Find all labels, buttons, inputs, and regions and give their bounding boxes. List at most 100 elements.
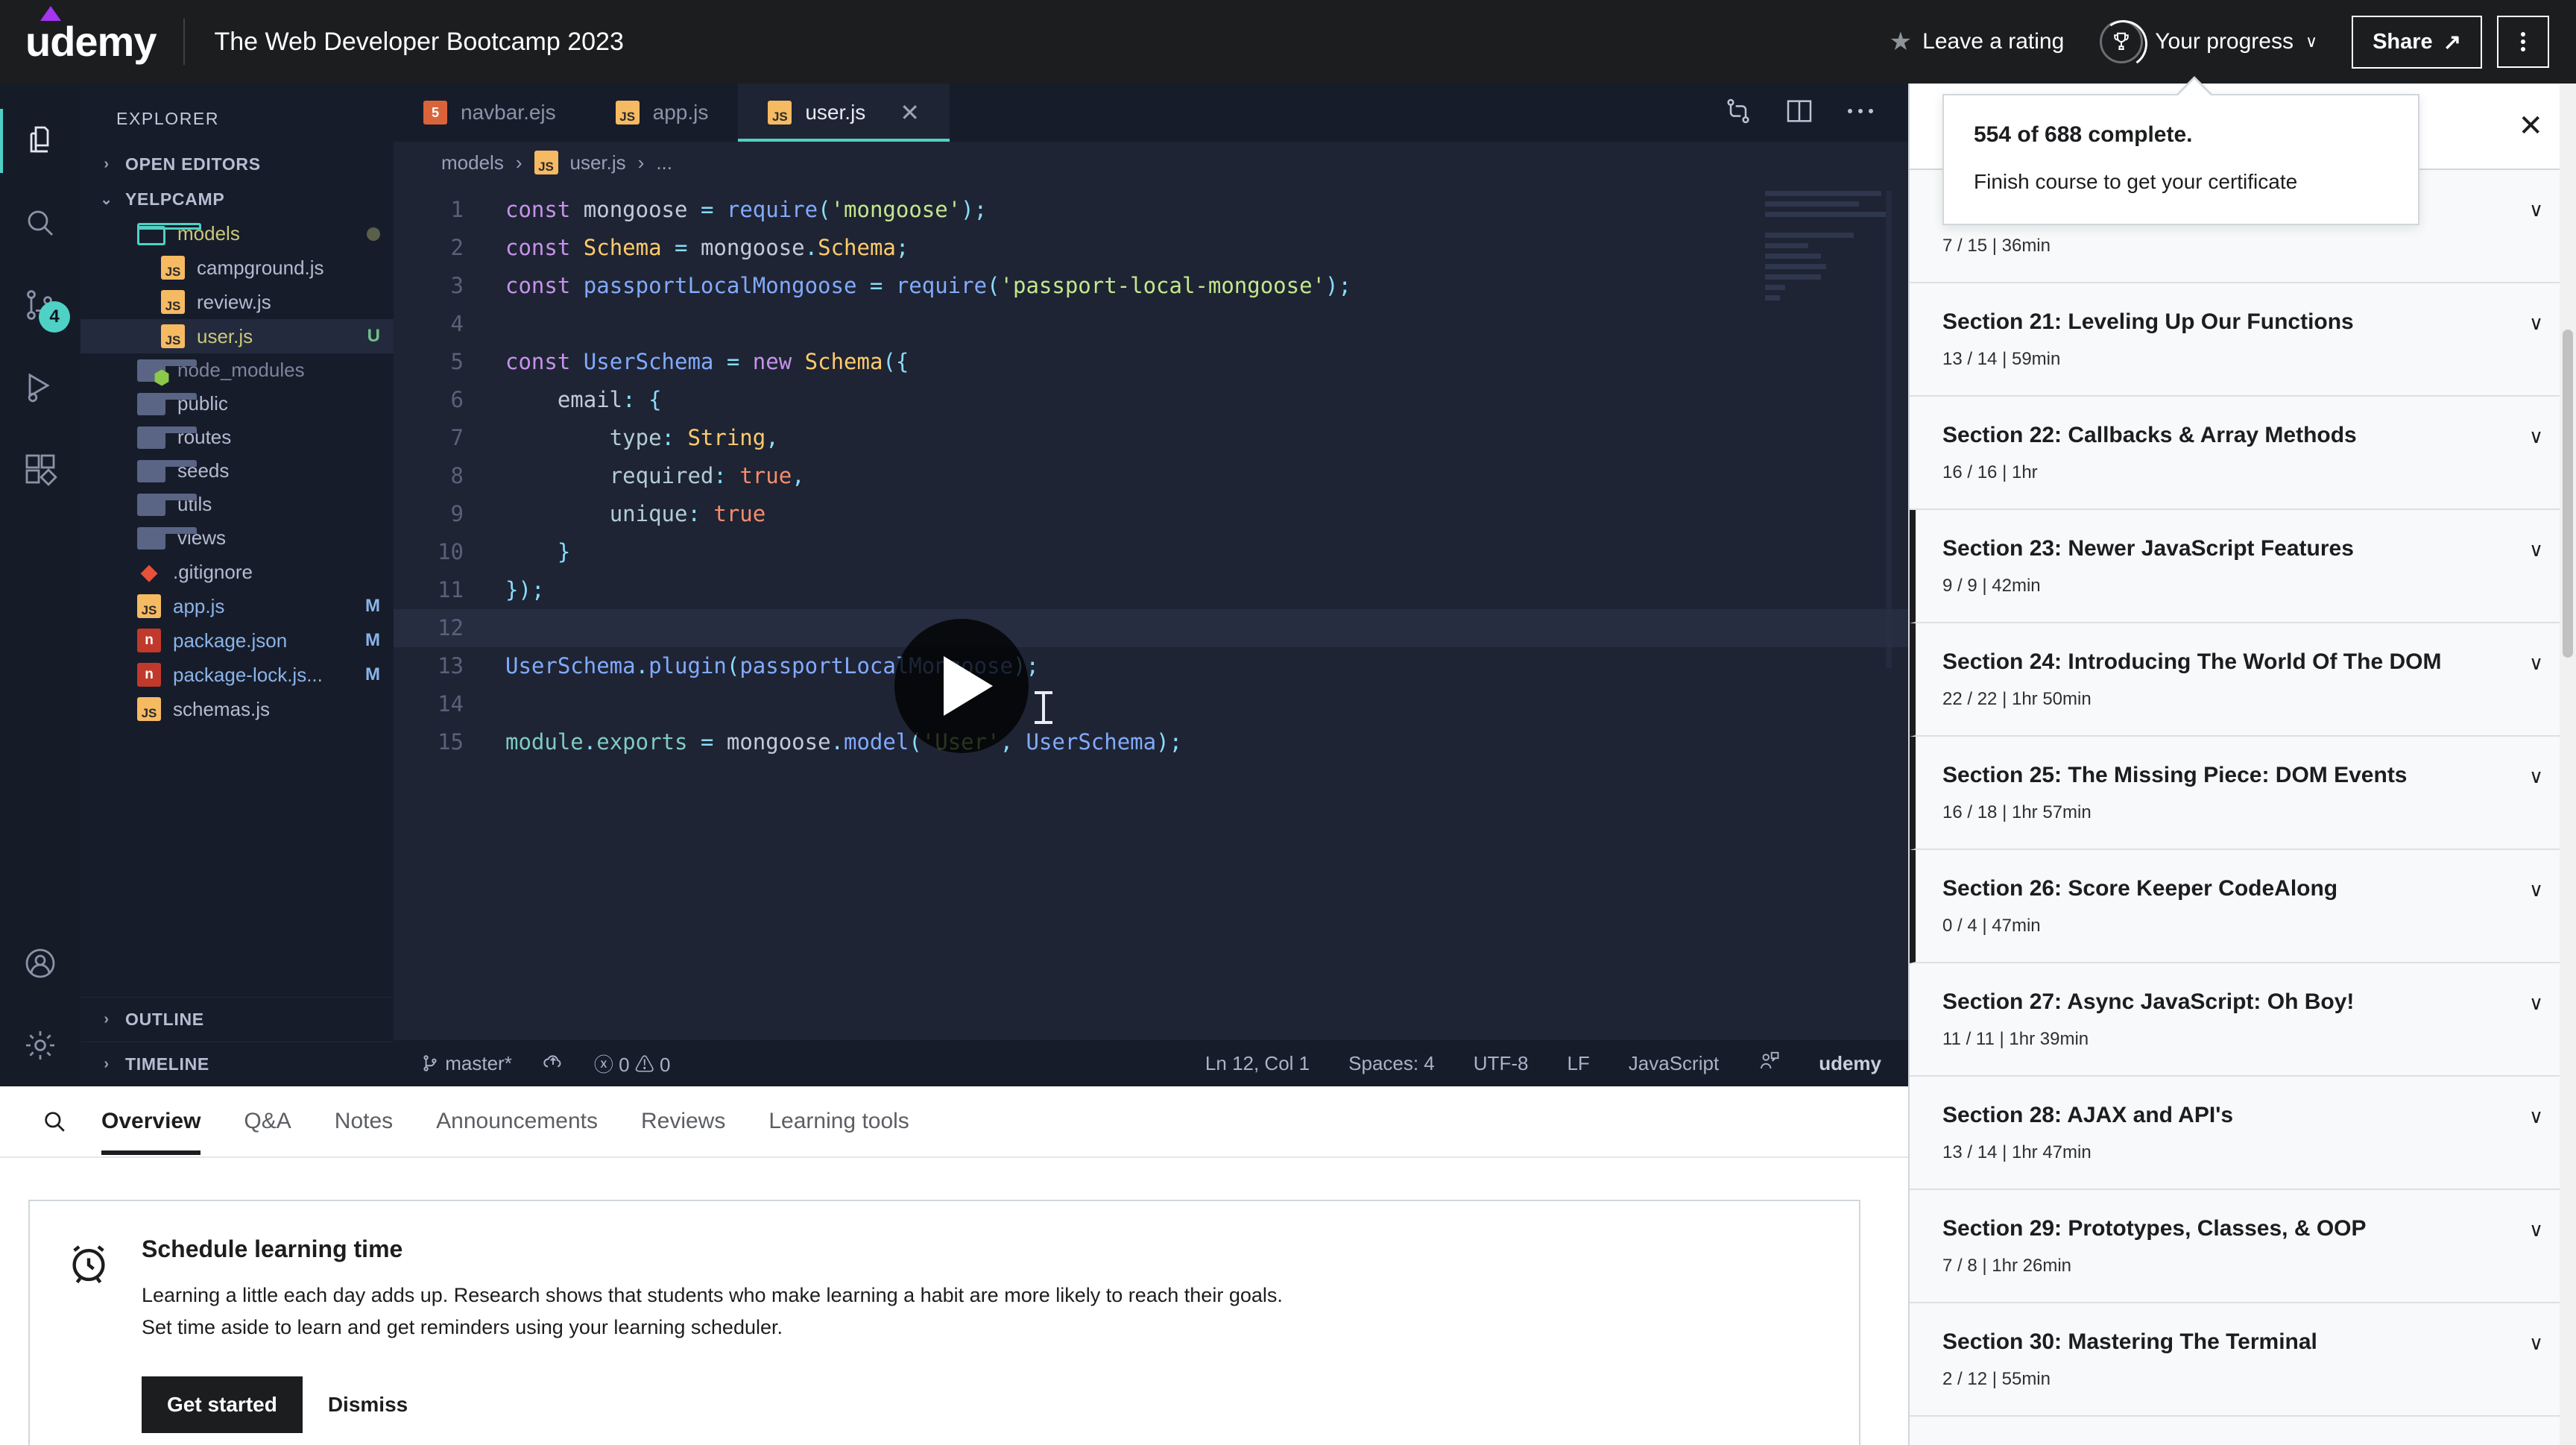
- leave-rating-button[interactable]: ★ Leave a rating: [1890, 29, 2065, 54]
- activity-item-search[interactable]: [0, 182, 80, 264]
- course-section-item[interactable]: Section 22: Callbacks & Array Methods ∨ 16…: [1910, 397, 2576, 510]
- course-section-header: Section 26: Score Keeper CodeAlong ∨: [1942, 874, 2543, 904]
- activity-item-explorer[interactable]: [0, 100, 80, 182]
- lecture-tab-notes[interactable]: Notes: [335, 1089, 393, 1153]
- course-section-header: Section 28: AJAX and API's ∨: [1942, 1101, 2543, 1130]
- feedback-icon[interactable]: [1758, 1050, 1780, 1077]
- chevron-down-icon[interactable]: ∨: [2529, 421, 2543, 448]
- chevron-down-icon[interactable]: ∨: [2529, 874, 2543, 901]
- status-problems[interactable]: ⓧ 0 ⚠ 0: [594, 1050, 671, 1077]
- share-button[interactable]: Share ↗: [2352, 15, 2482, 69]
- activity-item-source-control[interactable]: 4: [0, 264, 80, 346]
- cloud-sync-icon[interactable]: [542, 1050, 564, 1077]
- status-language-mode[interactable]: JavaScript: [1629, 1052, 1719, 1075]
- course-section-item[interactable]: Section 29: Prototypes, Classes, & OOP ∨ 7…: [1910, 1190, 2576, 1303]
- editor-tab-app-js[interactable]: JS app.js: [586, 84, 739, 142]
- status-eol[interactable]: LF: [1567, 1052, 1589, 1075]
- more-actions-icon[interactable]: [1846, 106, 1875, 120]
- activity-item-extensions[interactable]: [0, 428, 80, 510]
- play-button[interactable]: [894, 619, 1029, 753]
- code-editor-content[interactable]: 1 const mongoose = require('mongoose'); 2 c…: [394, 183, 1908, 1040]
- activity-item-run-debug[interactable]: [0, 346, 80, 428]
- chevron-down-icon[interactable]: ∨: [2529, 647, 2543, 675]
- course-section-item[interactable]: Section 27: Async JavaScript: Oh Boy! ∨ 11…: [1910, 963, 2576, 1077]
- chevron-down-icon[interactable]: ∨: [2529, 194, 2543, 221]
- split-editor-icon[interactable]: [1784, 96, 1814, 130]
- lecture-tab-learning-tools[interactable]: Learning tools: [768, 1089, 909, 1153]
- folder-icon: [137, 426, 197, 449]
- close-icon[interactable]: ✕: [900, 98, 920, 127]
- lecture-video-player[interactable]: 4 EXPLORER › OPEN EDITORS ⌄ YELPCAMP mod…: [0, 84, 1908, 1086]
- file-tree-item[interactable]: JS schemas.js: [80, 692, 394, 726]
- chevron-down-icon[interactable]: ∨: [2529, 534, 2543, 561]
- course-section-item[interactable]: Section 25: The Missing Piece: DOM Event…: [1910, 737, 2576, 850]
- chevron-down-icon[interactable]: ∨: [2529, 1101, 2543, 1128]
- explorer-title: EXPLORER: [116, 109, 220, 128]
- breadcrumb-more[interactable]: ...: [656, 151, 672, 174]
- course-section-item[interactable]: Section 24: Introducing The World Of The…: [1910, 623, 2576, 737]
- dismiss-button[interactable]: Dismiss: [328, 1393, 408, 1417]
- minimap-slider[interactable]: [1886, 191, 1892, 668]
- activity-item-accounts[interactable]: [0, 922, 80, 1004]
- workspace-section[interactable]: ⌄ YELPCAMP: [80, 182, 394, 217]
- logo-caret-icon: [40, 6, 61, 21]
- breadcrumb-folder[interactable]: models: [441, 151, 504, 174]
- file-tree-item[interactable]: routes: [80, 421, 394, 454]
- file-tree-item[interactable]: models: [80, 217, 394, 251]
- trophy-progress-icon: [2100, 20, 2144, 63]
- status-branch[interactable]: master*: [420, 1052, 512, 1075]
- split-diff-icon[interactable]: [1723, 96, 1753, 130]
- search-icon[interactable]: [42, 1109, 67, 1134]
- chevron-down-icon[interactable]: ∨: [2529, 987, 2543, 1015]
- lecture-tab-announcements[interactable]: Announcements: [436, 1089, 598, 1153]
- close-icon[interactable]: ✕: [2518, 111, 2543, 141]
- js-file-icon: JS: [137, 594, 161, 618]
- file-tree-item[interactable]: n package-lock.js... M: [80, 658, 394, 692]
- editor-tab-user-js[interactable]: JS user.js ✕: [738, 84, 950, 142]
- course-section-item[interactable]: Section 23: Newer JavaScript Features ∨ 9 …: [1910, 510, 2576, 623]
- outline-section[interactable]: › OUTLINE: [80, 997, 394, 1042]
- status-indentation[interactable]: Spaces: 4: [1348, 1052, 1435, 1075]
- share-arrow-icon: ↗: [2443, 30, 2461, 54]
- lecture-tab-overview[interactable]: Overview: [101, 1089, 201, 1155]
- your-progress-label: Your progress: [2155, 29, 2294, 54]
- js-file-icon: JS: [137, 697, 161, 721]
- file-tree-item[interactable]: JS review.js: [80, 285, 394, 319]
- file-tree-item[interactable]: node_modules: [80, 353, 394, 387]
- file-tree-item[interactable]: views: [80, 521, 394, 555]
- lecture-tab-q-a[interactable]: Q&A: [244, 1089, 291, 1153]
- your-progress-button[interactable]: Your progress ∨: [2100, 20, 2317, 63]
- editor-tab-navbar-ejs[interactable]: 5 navbar.ejs: [394, 84, 586, 142]
- status-encoding[interactable]: UTF-8: [1474, 1052, 1529, 1075]
- chevron-down-icon[interactable]: ∨: [2529, 307, 2543, 335]
- schedule-card-line1: Learning a little each day adds up. Rese…: [142, 1284, 1283, 1306]
- chevron-down-icon[interactable]: ∨: [2529, 1214, 2543, 1241]
- activity-item-settings[interactable]: [0, 1004, 80, 1086]
- udemy-logo[interactable]: udemy: [25, 6, 157, 63]
- course-section-item[interactable]: Section 28: AJAX and API's ∨ 13 / 14 | 1hr…: [1910, 1077, 2576, 1190]
- timeline-section[interactable]: › TIMELINE: [80, 1042, 394, 1086]
- file-tree-item[interactable]: utils: [80, 488, 394, 521]
- page-scrollbar[interactable]: [2560, 84, 2576, 1445]
- chevron-down-icon[interactable]: ∨: [2529, 1327, 2543, 1355]
- chevron-down-icon[interactable]: ∨: [2529, 761, 2543, 788]
- file-tree-item[interactable]: JS campground.js: [80, 251, 394, 285]
- course-section-item[interactable]: Section 30: Mastering The Terminal ∨ 2 / 1…: [1910, 1303, 2576, 1417]
- get-started-button[interactable]: Get started: [142, 1376, 303, 1433]
- more-options-button[interactable]: [2497, 16, 2549, 68]
- editor-minimap[interactable]: [1765, 191, 1892, 668]
- open-editors-section[interactable]: › OPEN EDITORS: [80, 147, 394, 182]
- course-section-item[interactable]: Section 26: Score Keeper CodeAlong ∨ 0 / 4…: [1910, 850, 2576, 963]
- scrollbar-thumb[interactable]: [2563, 330, 2573, 658]
- file-tree-item[interactable]: seeds: [80, 454, 394, 488]
- status-cursor-position[interactable]: Ln 12, Col 1: [1205, 1052, 1310, 1075]
- breadcrumb-file[interactable]: user.js: [570, 151, 626, 174]
- file-tree-item[interactable]: n package.json M: [80, 623, 394, 658]
- line-number: 6: [450, 387, 464, 412]
- file-tree-item[interactable]: public: [80, 387, 394, 421]
- file-tree-item[interactable]: JS app.js M: [80, 589, 394, 623]
- file-tree-item[interactable]: JS user.js U: [80, 319, 394, 353]
- course-section-item[interactable]: Section 21: Leveling Up Our Functions ∨ 13…: [1910, 283, 2576, 397]
- lecture-tab-reviews[interactable]: Reviews: [641, 1089, 725, 1153]
- file-tree-item[interactable]: ◆ .gitignore: [80, 555, 394, 589]
